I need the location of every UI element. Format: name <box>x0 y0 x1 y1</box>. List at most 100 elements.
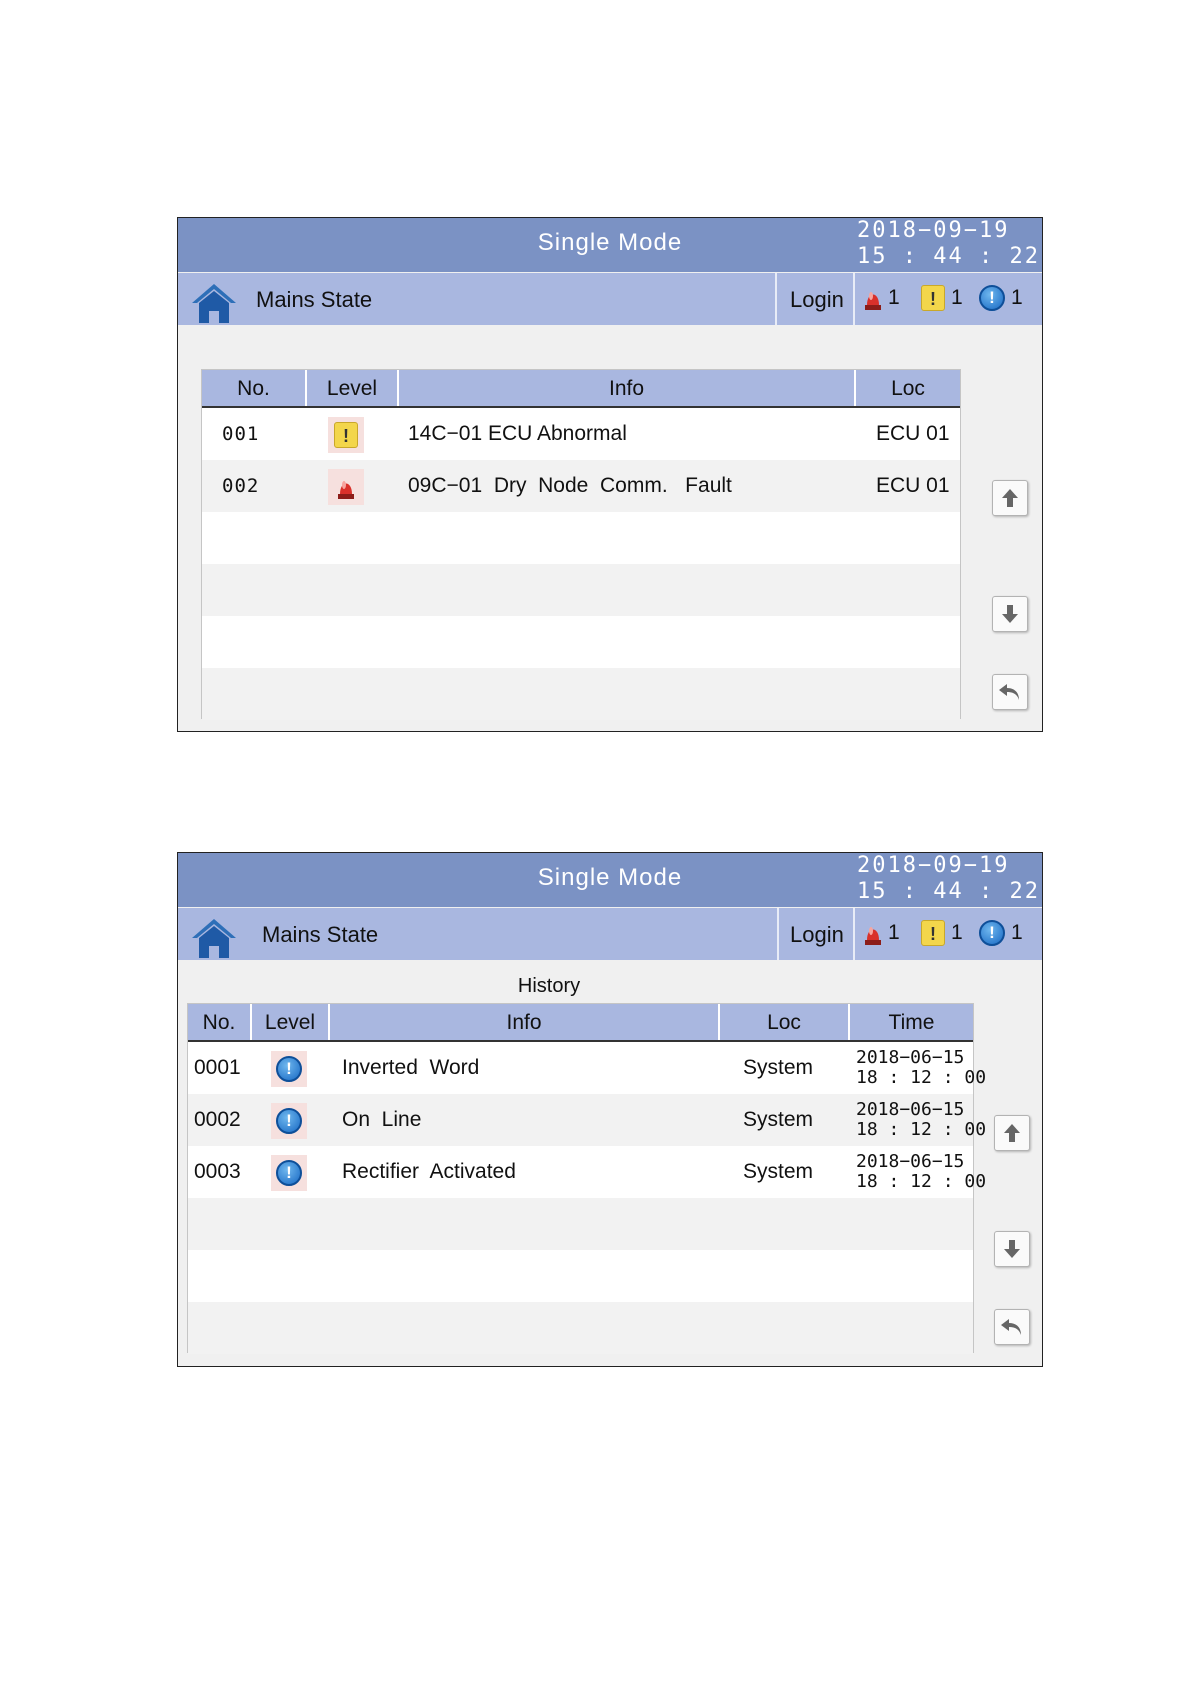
row-no: 0003 <box>194 1160 241 1183</box>
history-table: No. Level Info Loc Time 0001 ! Inverted … <box>187 1003 986 1354</box>
state-label: Mains State <box>256 287 373 312</box>
divider <box>853 273 855 325</box>
arrow-up-icon <box>1002 489 1018 507</box>
warning-count-value: 1 <box>951 921 963 944</box>
alarm-count[interactable]: 1 <box>864 285 900 311</box>
return-icon <box>999 684 1019 700</box>
divider <box>777 908 779 960</box>
clock: 2018−09−19 15 : 44 : 22 <box>857 853 1040 905</box>
column-header-time: Time <box>848 1004 973 1040</box>
table-row[interactable]: 002 09C−01 Dry Node Comm. Fault ECU 01 <box>202 460 960 512</box>
info-icon: ! <box>276 1160 302 1186</box>
info-icon: ! <box>979 285 1005 311</box>
info-count[interactable]: ! 1 <box>979 920 1023 946</box>
table-row[interactable]: 001 ! 14C−01 ECU Abnormal ECU 01 <box>202 408 960 460</box>
back-button[interactable] <box>992 674 1028 710</box>
state-bar: Mains State Login 1 ! 1 ! 1 <box>178 908 1042 960</box>
row-time-clock: 18 : 12 : 00 <box>856 1119 987 1140</box>
scroll-down-button[interactable] <box>992 596 1028 632</box>
column-header-no: No. <box>237 377 270 400</box>
row-no: 0002 <box>194 1108 241 1131</box>
table-row[interactable]: 0001 ! Inverted Word System 2018−06−15 1… <box>188 1042 986 1094</box>
level-cell: ! <box>271 1103 307 1139</box>
row-info: 09C−01 Dry Node Comm. Fault <box>408 474 732 497</box>
row-no: 0001 <box>194 1056 241 1079</box>
title-bar: Single Mode 2018−09−19 15 : 44 : 22 <box>178 853 1042 907</box>
state-label: Mains State <box>262 922 379 947</box>
table-row <box>188 1198 973 1250</box>
warning-count[interactable]: ! 1 <box>921 920 963 946</box>
table-row[interactable]: 0003 ! Rectifier Activated System 2018−0… <box>188 1146 986 1198</box>
back-button[interactable] <box>994 1309 1030 1345</box>
scroll-down-button[interactable] <box>994 1231 1030 1267</box>
info-icon: ! <box>276 1108 302 1134</box>
row-time: 2018−06−15 18 : 12 : 00 <box>856 1152 986 1194</box>
warning-icon: ! <box>921 285 945 311</box>
warning-count-value: 1 <box>951 286 963 309</box>
row-no: 001 <box>222 423 260 445</box>
scroll-up-button[interactable] <box>994 1115 1030 1151</box>
row-time-date: 2018−06−15 <box>856 1099 965 1120</box>
table-header: No. Level Info Loc <box>202 370 960 408</box>
row-time-clock: 18 : 12 : 00 <box>856 1067 987 1088</box>
level-cell: ! <box>271 1051 307 1087</box>
table-header: No. Level Info Loc Time <box>188 1004 973 1042</box>
row-loc: System <box>743 1108 814 1131</box>
table-row <box>202 512 960 564</box>
column-header-level: Level <box>305 370 397 406</box>
divider <box>775 273 777 325</box>
login-button[interactable]: Login <box>790 287 844 313</box>
table-row[interactable]: 0002 ! On Line System 2018−06−15 18 : 12… <box>188 1094 986 1146</box>
row-info: 14C−01 ECU Abnormal <box>408 422 627 445</box>
row-time-date: 2018−06−15 <box>856 1151 965 1172</box>
column-header-loc: Loc <box>718 1004 848 1040</box>
row-loc: System <box>743 1160 814 1183</box>
scroll-up-button[interactable] <box>992 480 1028 516</box>
warning-icon: ! <box>334 422 358 448</box>
active-alarm-screen: Single Mode 2018−09−19 15 : 44 : 22 Main… <box>177 217 1043 732</box>
table-row <box>188 1302 973 1354</box>
clock: 2018−09−19 15 : 44 : 22 <box>857 218 1040 270</box>
alarm-beacon-icon <box>865 927 881 945</box>
column-header-loc: Loc <box>854 370 960 406</box>
row-loc: ECU 01 <box>876 422 950 445</box>
row-info: Rectifier Activated <box>342 1160 516 1183</box>
table-row <box>202 564 960 616</box>
section-title: History <box>517 975 581 997</box>
arrow-down-icon <box>1004 1240 1020 1258</box>
divider <box>853 908 855 960</box>
column-header-level: Level <box>250 1004 328 1040</box>
info-icon: ! <box>276 1056 302 1082</box>
column-header-info: Info <box>328 1004 718 1040</box>
row-info: On Line <box>342 1108 422 1131</box>
table-row <box>202 668 960 720</box>
home-icon[interactable] <box>190 281 238 325</box>
alarm-count-value: 1 <box>888 921 900 944</box>
title-bar: Single Mode 2018−09−19 15 : 44 : 22 <box>178 218 1042 272</box>
arrow-down-icon <box>1002 605 1018 623</box>
alarm-count-value: 1 <box>888 286 900 309</box>
clock-time: 15 : 44 : 22 <box>857 244 1040 269</box>
row-loc: System <box>743 1056 814 1079</box>
alarm-table: No. Level Info Loc 001 ! 14C−01 ECU Abno… <box>201 369 961 720</box>
login-button[interactable]: Login <box>790 922 844 948</box>
warning-count[interactable]: ! 1 <box>921 285 963 311</box>
info-count[interactable]: ! 1 <box>979 285 1023 311</box>
alarm-count[interactable]: 1 <box>864 920 900 946</box>
alarm-beacon-icon <box>865 292 881 310</box>
home-icon[interactable] <box>190 916 238 960</box>
clock-date: 2018−09−19 <box>857 218 1010 243</box>
row-time-date: 2018−06−15 <box>856 1047 965 1068</box>
row-no: 002 <box>222 475 260 497</box>
info-count-value: 1 <box>1011 921 1023 944</box>
clock-time: 15 : 44 : 22 <box>857 879 1040 904</box>
column-header-info: Info <box>397 370 854 406</box>
row-time-clock: 18 : 12 : 00 <box>856 1171 987 1192</box>
row-time: 2018−06−15 18 : 12 : 00 <box>856 1048 986 1090</box>
column-header-no: No. <box>202 1011 236 1034</box>
level-cell: ! <box>271 1155 307 1191</box>
info-icon: ! <box>979 920 1005 946</box>
table-row <box>188 1250 973 1302</box>
state-bar: Mains State Login 1 ! 1 ! 1 <box>178 273 1042 325</box>
arrow-up-icon <box>1004 1124 1020 1142</box>
